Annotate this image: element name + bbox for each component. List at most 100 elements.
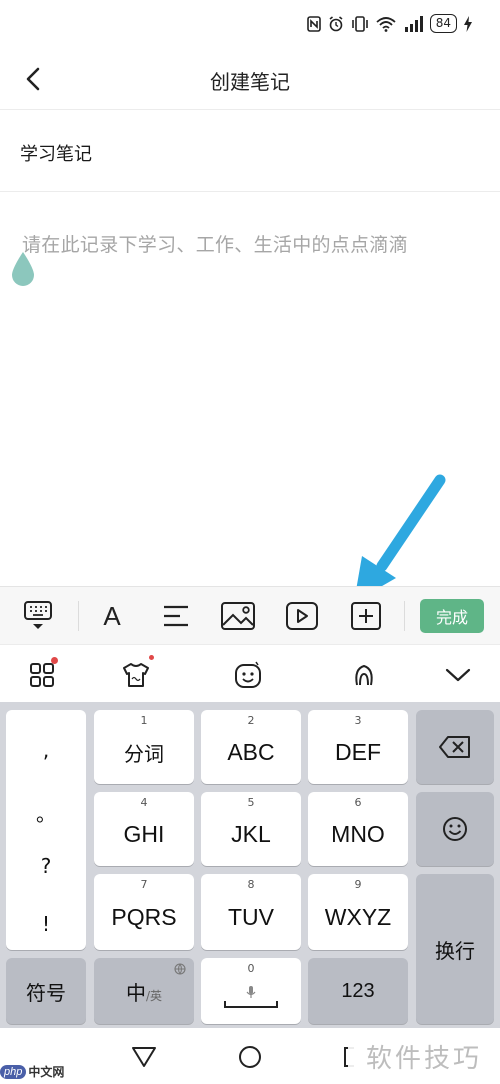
key-1[interactable]: 1 分词: [94, 710, 194, 784]
key-label: ABC: [227, 738, 275, 765]
language-main-label: 中: [125, 980, 146, 1005]
language-sub-label: /英: [145, 988, 163, 1003]
key-2[interactable]: 2 ABC: [201, 710, 301, 784]
plus-box-icon: [351, 602, 381, 630]
image-icon: [221, 602, 255, 630]
key-label: JKL: [231, 820, 271, 847]
insert-video-button[interactable]: [282, 596, 322, 636]
emoji-key[interactable]: [416, 792, 494, 866]
toolbar-divider: [78, 601, 79, 631]
ime-emoji-button[interactable]: [230, 657, 266, 693]
status-bar: 84: [0, 0, 500, 48]
key-label: 分词: [124, 741, 164, 766]
punct-key[interactable]: ?: [6, 854, 86, 878]
enter-label: 换行: [435, 938, 475, 963]
key-number: 9: [354, 878, 362, 891]
gesture-icon: [355, 664, 373, 686]
enter-key[interactable]: 换行: [416, 874, 494, 1024]
watermark-brand: php: [0, 1064, 27, 1079]
header: 创建笔记: [0, 48, 500, 110]
key-label: GHI: [123, 820, 165, 847]
key-7[interactable]: 7 PQRS: [94, 874, 194, 950]
key-label: DEF: [335, 738, 381, 765]
wifi-icon: [376, 16, 396, 32]
key-number: 3: [354, 714, 362, 727]
insert-more-button[interactable]: [346, 596, 386, 636]
space-bar-icon: [224, 1001, 278, 1008]
numeric-key[interactable]: 123: [308, 958, 408, 1024]
battery-level: 84: [429, 14, 457, 33]
alarm-icon: [329, 15, 343, 31]
font-style-label: A: [103, 600, 121, 631]
ime-collapse-button[interactable]: [440, 657, 476, 693]
key-number: 8: [247, 878, 255, 891]
home-circle-icon[interactable]: [238, 1045, 262, 1069]
key-label: MNO: [331, 820, 385, 847]
note-title-text: 学习笔记: [20, 144, 92, 165]
key-label: WXYZ: [324, 903, 392, 930]
key-number: 7: [140, 878, 148, 891]
backspace-key[interactable]: [416, 710, 494, 784]
chevron-down-icon: [445, 668, 471, 682]
symbols-label: 符号: [26, 980, 66, 1005]
space-key[interactable]: 0: [201, 958, 301, 1024]
note-title-field[interactable]: 学习笔记: [0, 110, 500, 192]
key-3[interactable]: 3 DEF: [308, 710, 408, 784]
grid-apps-icon: [30, 663, 54, 687]
align-button[interactable]: [156, 596, 196, 636]
numeric-label: 123: [341, 979, 375, 1002]
charging-icon: [464, 15, 472, 32]
key-number: 4: [140, 796, 148, 809]
microphone-icon: [246, 986, 256, 998]
keyboard-toggle-button[interactable]: [18, 596, 58, 636]
emoji-face-icon: [235, 661, 261, 688]
key-label: PQRS: [111, 903, 177, 930]
punctuation-column[interactable]: , 。 ? !: [6, 710, 86, 950]
key-9[interactable]: 9 WXYZ: [308, 874, 408, 950]
editor-placeholder: 请在此记录下学习、工作、生活中的点点滴滴: [22, 234, 409, 256]
watermark-text: 软件技巧: [348, 1028, 500, 1084]
align-left-icon: [164, 605, 188, 627]
navigation-bar: 软件技巧 php 中文网: [0, 1028, 500, 1084]
language-switch-key[interactable]: 中/英: [94, 958, 194, 1024]
format-toolbar: A 完成: [0, 586, 500, 644]
key-number: 6: [354, 796, 362, 809]
key-4[interactable]: 4 GHI: [94, 792, 194, 866]
vibrate-icon: [351, 15, 368, 32]
keyboard: , 。 ? ! 1 分词 2 ABC 3 DEF 4 GHI 5 JKL 6 M…: [0, 702, 500, 1028]
key-5[interactable]: 5 JKL: [201, 792, 301, 866]
notification-dot: [149, 655, 154, 660]
back-triangle-icon[interactable]: [131, 1046, 157, 1068]
font-style-button[interactable]: A: [92, 596, 132, 636]
watermark-site: 中文网: [28, 1065, 65, 1079]
done-button[interactable]: 完成: [420, 599, 484, 633]
cursor-handle-icon[interactable]: [9, 250, 37, 288]
toolbar-divider: [404, 601, 405, 631]
notification-dot: [51, 657, 58, 664]
ime-apps-button[interactable]: [24, 657, 60, 693]
punct-key[interactable]: 。: [6, 798, 86, 827]
page-title: 创建笔记: [210, 70, 290, 94]
video-play-icon: [286, 602, 318, 630]
backspace-icon: [439, 736, 470, 758]
punct-key[interactable]: ,: [6, 738, 86, 762]
signal-icon: [404, 15, 423, 32]
key-label: TUV: [228, 903, 274, 930]
key-8[interactable]: 8 TUV: [201, 874, 301, 950]
watermark-logo: php 中文网: [0, 1063, 64, 1080]
symbols-key[interactable]: 符号: [6, 958, 86, 1024]
key-6[interactable]: 6 MNO: [308, 792, 408, 866]
punct-key[interactable]: !: [6, 912, 86, 936]
ime-handwriting-button[interactable]: [346, 657, 382, 693]
ime-toolbar: [0, 644, 500, 702]
key-number: 2: [247, 714, 255, 727]
key-number: 0: [247, 962, 255, 975]
keyboard-hide-icon: [24, 601, 52, 629]
key-number: 1: [140, 714, 148, 727]
status-icons: 84: [306, 14, 472, 33]
insert-image-button[interactable]: [218, 596, 258, 636]
nfc-icon: [306, 15, 321, 32]
tshirt-icon: [123, 663, 149, 687]
globe-icon: [174, 963, 186, 975]
ime-skin-button[interactable]: [118, 655, 154, 693]
